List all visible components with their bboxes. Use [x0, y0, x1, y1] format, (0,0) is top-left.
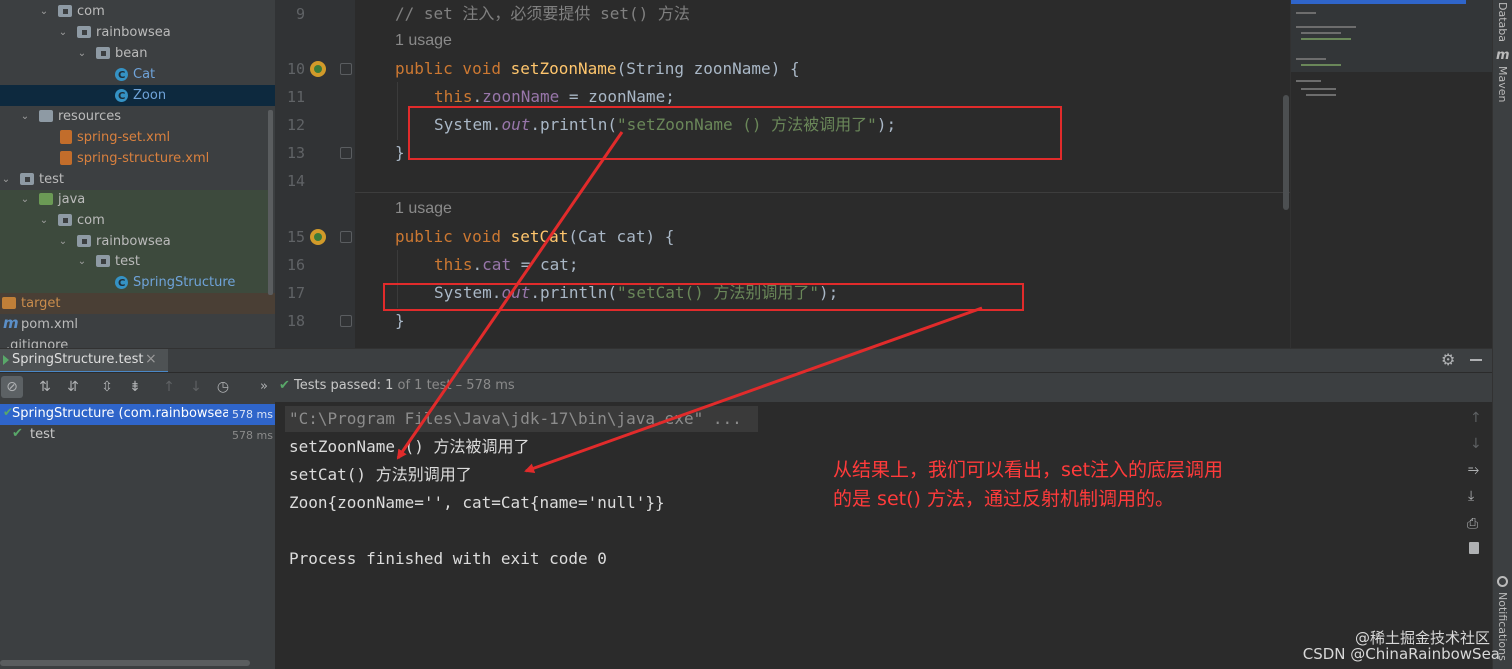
arrow-to-setcat-output — [524, 306, 983, 474]
arrow-to-setzoonname-output — [396, 131, 624, 460]
annotation-text: 从结果上，我们可以看出，set注入的底层调用 — [833, 459, 1224, 481]
watermark: CSDN @ChinaRainbowSea — [1302, 645, 1500, 663]
annotation-arrows — [396, 131, 983, 474]
annotation-text: 的是 set() 方法，通过反射机制调用的。 — [833, 488, 1174, 510]
